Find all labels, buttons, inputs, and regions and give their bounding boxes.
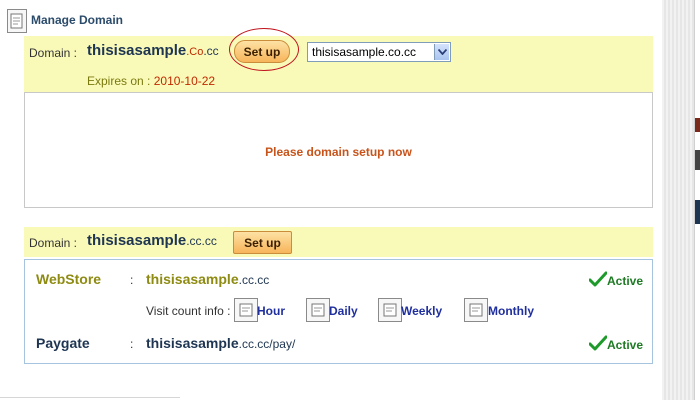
chevron-down-icon[interactable] xyxy=(434,44,449,60)
expires-date: 2010-10-22 xyxy=(153,74,216,88)
webstore-url-ext: .cc.cc xyxy=(238,273,270,287)
paygate-label: Paygate xyxy=(36,335,90,351)
domain1-setup-button[interactable]: Set up xyxy=(234,40,290,63)
visit-monthly-link[interactable]: Monthly xyxy=(488,304,534,318)
right-edge-thumb-2 xyxy=(695,150,700,170)
webstore-status: Active xyxy=(588,271,644,290)
paygate-status-text: Active xyxy=(607,337,644,352)
domain2-name-ext: .cc.cc xyxy=(186,234,217,248)
setup-message: Please domain setup now xyxy=(265,145,412,159)
paygate-url-main: thisisasample xyxy=(146,335,239,351)
monthly-chart-icon[interactable] xyxy=(464,298,488,322)
webstore-label: WebStore xyxy=(36,271,102,287)
webstore-url[interactable]: thisisasample.cc.cc xyxy=(146,271,269,287)
domain1-name: thisisasample.Co.cc xyxy=(87,42,219,59)
bottom-rule xyxy=(0,397,180,398)
webstore-status-text: Active xyxy=(607,273,644,288)
domain1-name-main: thisisasample xyxy=(87,42,187,59)
domain1-label: Domain : xyxy=(29,46,78,60)
visit-daily-link[interactable]: Daily xyxy=(329,304,358,318)
visit-weekly-link[interactable]: Weekly xyxy=(401,304,442,318)
visit-count-label: Visit count info : xyxy=(146,304,231,318)
domain2-label: Domain : xyxy=(29,236,78,250)
webstore-url-main: thisisasample xyxy=(146,271,239,287)
domain1-name-ext: .cc xyxy=(203,44,219,58)
expires-info: Expires on : 2010-10-22 xyxy=(87,74,215,88)
domain-select[interactable]: thisisasample.co.cc xyxy=(307,42,451,62)
paygate-url[interactable]: thisisasample.cc.cc/pay/ xyxy=(146,335,295,351)
check-icon xyxy=(588,335,608,354)
domain1-name-ext-red: .Co xyxy=(186,46,204,58)
daily-chart-icon[interactable] xyxy=(306,298,330,322)
page-title: Manage Domain xyxy=(31,13,124,27)
paygate-status: Active xyxy=(588,335,644,354)
visit-hour-link[interactable]: Hour xyxy=(257,304,285,318)
webstore-sep: : xyxy=(130,273,134,287)
paygate-url-ext: .cc.cc/pay/ xyxy=(238,337,296,351)
hour-chart-icon[interactable] xyxy=(234,298,258,322)
check-icon xyxy=(588,271,608,290)
domain2-name-main: thisisasample xyxy=(87,232,187,249)
domain2-name: thisisasample.cc.cc xyxy=(87,232,217,249)
domain-select-value: thisisasample.co.cc xyxy=(312,45,417,59)
paygate-sep: : xyxy=(130,337,134,351)
domain2-setup-button[interactable]: Set up xyxy=(233,231,292,254)
right-gutter xyxy=(662,0,694,400)
right-edge-thumb-1 xyxy=(695,118,700,132)
document-icon xyxy=(7,9,27,33)
weekly-chart-icon[interactable] xyxy=(378,298,402,322)
right-edge-thumb-3 xyxy=(695,200,700,224)
expires-label: Expires on : xyxy=(87,74,151,88)
